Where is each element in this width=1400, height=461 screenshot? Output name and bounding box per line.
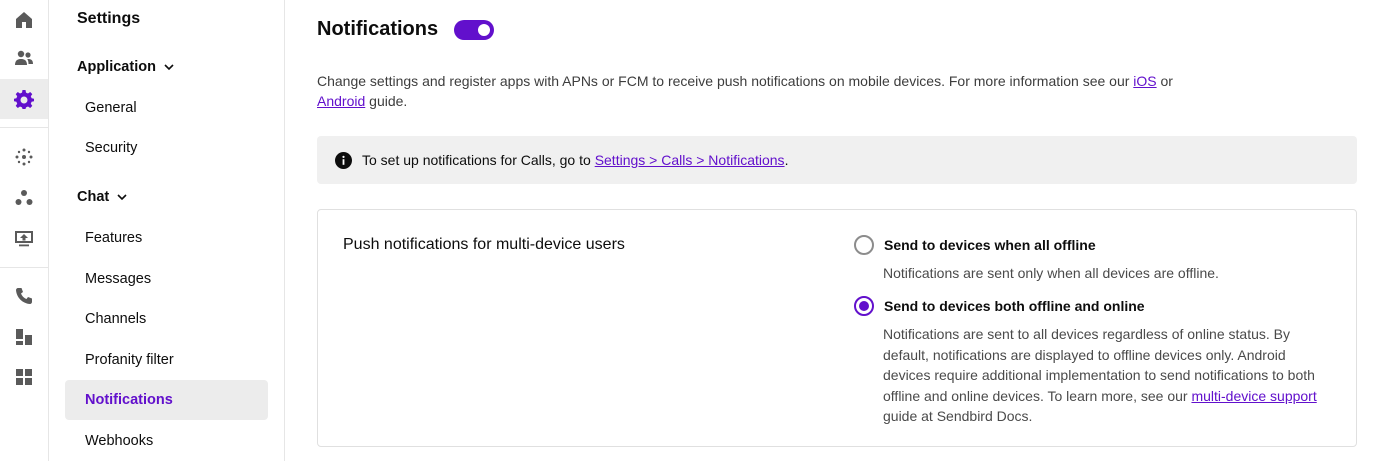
option-row[interactable]: Send to devices both offline and online bbox=[854, 296, 1324, 316]
rail-group[interactable] bbox=[0, 178, 48, 218]
sidebar-item-channels[interactable]: Channels bbox=[65, 299, 268, 339]
info-text: To set up notifications for Calls, go to… bbox=[362, 152, 788, 168]
toggle-knob bbox=[478, 23, 491, 36]
multi-device-support-link[interactable]: multi-device support bbox=[1191, 388, 1316, 404]
radio-all-offline[interactable] bbox=[854, 235, 874, 255]
chevron-down-icon bbox=[117, 194, 127, 201]
card-title: Push notifications for multi-device user… bbox=[343, 236, 625, 253]
notifications-toggle[interactable] bbox=[454, 19, 495, 40]
sidebar-group-chat[interactable]: Chat bbox=[77, 189, 127, 205]
rail-screen[interactable] bbox=[0, 218, 48, 258]
sidebar-item-label: Profanity filter bbox=[85, 352, 174, 368]
sidebar-group-application[interactable]: Application bbox=[77, 59, 174, 75]
option-all-offline: Send to devices when all offline Notific… bbox=[854, 235, 1324, 284]
chevron-down-icon bbox=[164, 64, 174, 71]
description-text: or bbox=[1156, 73, 1173, 89]
option-offline-and-online: Send to devices both offline and online … bbox=[854, 296, 1324, 427]
group-label: Chat bbox=[77, 189, 110, 205]
phone-icon bbox=[16, 288, 32, 304]
radio-offline-and-online[interactable] bbox=[854, 296, 874, 316]
group-icon bbox=[15, 190, 33, 205]
multi-device-card: Push notifications for multi-device user… bbox=[317, 209, 1357, 447]
sidebar-title: Settings bbox=[77, 10, 141, 27]
icon-rail bbox=[0, 0, 49, 461]
calls-notifications-link[interactable]: Settings > Calls > Notifications bbox=[595, 152, 785, 168]
ios-guide-link[interactable]: iOS bbox=[1133, 73, 1156, 89]
calls-info-banner: To set up notifications for Calls, go to… bbox=[317, 136, 1357, 184]
sidebar-item-messages[interactable]: Messages bbox=[65, 259, 268, 299]
rail-calls[interactable] bbox=[0, 276, 48, 316]
sidebar-item-label: Messages bbox=[85, 271, 152, 287]
description-text: Change settings and register apps with A… bbox=[317, 73, 1134, 89]
home-icon bbox=[16, 12, 32, 28]
sidebar-item-profanity-filter[interactable]: Profanity filter bbox=[65, 340, 268, 380]
description-text: guide. bbox=[365, 93, 408, 109]
option-row[interactable]: Send to devices when all offline bbox=[854, 235, 1324, 255]
option-help: Notifications are sent only when all dev… bbox=[883, 265, 1219, 281]
upload-screen-icon bbox=[15, 231, 33, 247]
page-description: Change settings and register apps with A… bbox=[317, 71, 1317, 111]
sidebar-item-features[interactable]: Features bbox=[65, 218, 268, 258]
sidebar-item-general[interactable]: General bbox=[65, 88, 268, 128]
settings-sidebar: Settings Application General Security Ch… bbox=[49, 0, 285, 461]
gear-icon bbox=[14, 90, 34, 109]
android-guide-link[interactable]: Android bbox=[317, 93, 365, 109]
sidebar-item-label: Features bbox=[85, 230, 143, 246]
grid-icon bbox=[16, 369, 32, 385]
sidebar-item-security[interactable]: Security bbox=[65, 128, 268, 168]
rail-home[interactable] bbox=[0, 0, 48, 40]
option-help: Notifications are sent to all devices re… bbox=[883, 324, 1324, 427]
info-text-prefix: To set up notifications for Calls, go to bbox=[362, 152, 595, 168]
rail-apps[interactable] bbox=[0, 357, 48, 397]
sidebar-item-label: General bbox=[85, 100, 137, 116]
group-label: Application bbox=[77, 59, 156, 75]
rail-settings[interactable] bbox=[0, 79, 48, 119]
sidebar-item-label: Security bbox=[85, 140, 138, 156]
sidebar-item-label: Channels bbox=[85, 311, 147, 327]
sidebar-item-webhooks[interactable]: Webhooks bbox=[65, 421, 268, 461]
sidebar-item-notifications[interactable]: Notifications bbox=[65, 380, 268, 420]
rail-users[interactable] bbox=[0, 38, 48, 78]
rail-desk[interactable] bbox=[0, 137, 48, 177]
info-icon bbox=[335, 151, 352, 169]
sidebar-item-label: Webhooks bbox=[85, 433, 154, 449]
rail-desk-2[interactable] bbox=[0, 317, 48, 357]
users-icon bbox=[15, 50, 33, 65]
option-label: Send to devices both offline and online bbox=[884, 298, 1145, 314]
desk-icon bbox=[16, 329, 32, 345]
page-title: Notifications bbox=[317, 18, 439, 40]
sidebar-item-label: Notifications bbox=[85, 392, 173, 408]
option-label: Send to devices when all offline bbox=[884, 237, 1096, 253]
page-header: Notifications bbox=[317, 18, 495, 41]
sparkle-icon bbox=[15, 148, 33, 166]
help-text: guide at Sendbird Docs. bbox=[883, 408, 1033, 424]
info-text-suffix: . bbox=[784, 152, 789, 168]
